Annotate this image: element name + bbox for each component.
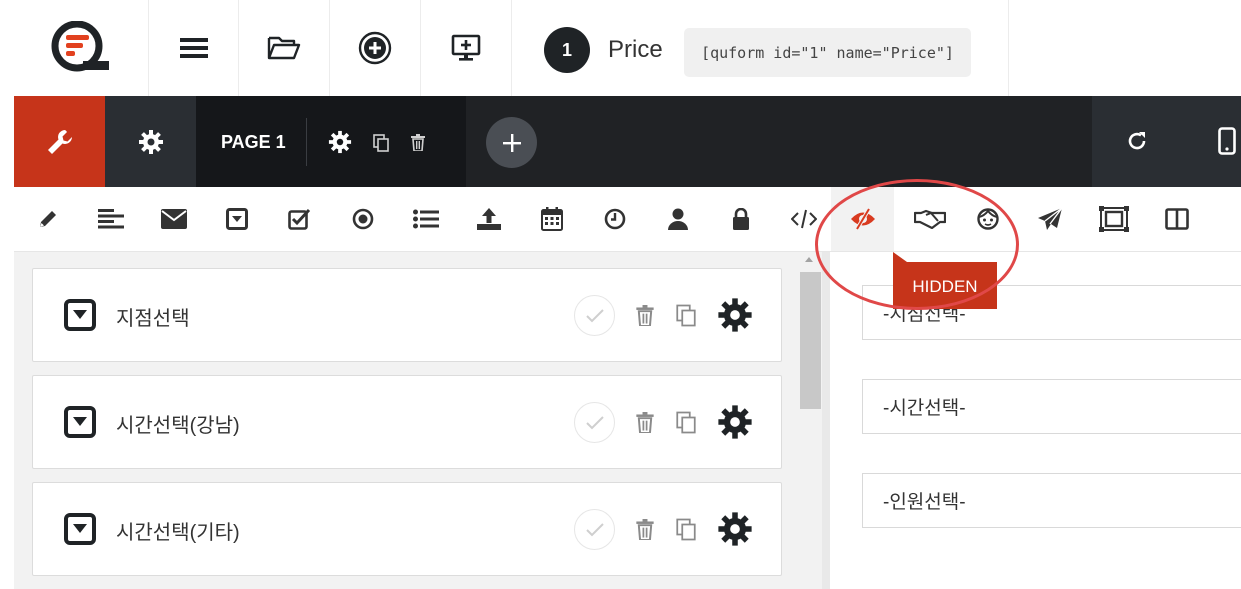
preview-select[interactable]: -인원선택-	[862, 473, 1241, 528]
quform-logo	[50, 21, 112, 75]
form-shortcode[interactable]: [quform id="1" name="Price"]	[684, 28, 971, 77]
divider	[306, 118, 307, 166]
panel-resize-divider[interactable]	[822, 252, 830, 589]
text-element-button[interactable]	[16, 187, 79, 251]
radio-icon	[352, 208, 374, 230]
upload-icon	[476, 207, 502, 231]
open-form-button[interactable]	[239, 0, 330, 96]
required-toggle[interactable]	[574, 402, 615, 443]
form-info: 1 Price [quform id="1" name="Price"]	[512, 0, 1009, 96]
page-bar: PAGE 1	[14, 96, 1241, 187]
lock-icon	[732, 208, 750, 230]
select-dropdown-icon	[64, 513, 96, 545]
field-label: 시간선택(기타)	[116, 522, 240, 544]
page-settings-icon[interactable]	[328, 130, 352, 154]
select-dropdown-icon	[64, 406, 96, 438]
refresh-icon[interactable]	[1127, 131, 1147, 151]
textarea-element-button[interactable]	[79, 187, 142, 251]
paper-plane-icon	[1037, 207, 1063, 231]
preview-select[interactable]: -시간선택-	[862, 379, 1241, 434]
form-id-badge: 1	[544, 27, 590, 73]
add-page-button[interactable]	[486, 117, 537, 168]
name-element-button[interactable]	[646, 187, 709, 251]
columns-icon	[1164, 208, 1189, 230]
copy-icon[interactable]	[373, 134, 389, 152]
plus-icon	[502, 133, 521, 152]
copy-icon[interactable]	[676, 411, 696, 434]
radio-element-button[interactable]	[331, 187, 394, 251]
view-controls	[1092, 96, 1241, 187]
page-label: PAGE 1	[221, 132, 286, 152]
select-dropdown-icon	[64, 299, 96, 331]
menu-button[interactable]	[149, 0, 239, 96]
trash-icon[interactable]	[411, 134, 425, 151]
form-builder-tab[interactable]	[14, 96, 105, 187]
checkbox-element-button[interactable]	[268, 187, 331, 251]
select-dropdown-icon	[225, 208, 248, 230]
field-card[interactable]: 시간선택(강남)	[32, 375, 782, 469]
required-toggle[interactable]	[574, 509, 615, 550]
element-toolbar	[14, 187, 1241, 252]
time-element-button[interactable]	[583, 187, 646, 251]
group-icon	[1098, 206, 1129, 232]
elements-panel: 지점선택 시간선택(강남) 시간선택(기타)	[14, 252, 829, 589]
password-element-button[interactable]	[709, 187, 772, 251]
wrench-icon	[45, 127, 75, 157]
page-tab[interactable]: PAGE 1	[196, 96, 466, 187]
trash-icon[interactable]	[636, 519, 654, 540]
top-bar: 1 Price [quform id="1" name="Price"]	[14, 0, 1241, 96]
pencil-icon	[37, 208, 59, 230]
required-toggle[interactable]	[574, 295, 615, 336]
clock-icon	[604, 208, 626, 230]
trash-icon[interactable]	[636, 305, 654, 326]
highlight-annotation	[815, 179, 1019, 310]
gear-icon[interactable]	[717, 404, 753, 440]
copy-icon[interactable]	[676, 518, 696, 541]
trash-icon[interactable]	[636, 412, 654, 433]
field-label: 지점선택	[116, 308, 190, 330]
form-settings-tab[interactable]	[105, 96, 196, 187]
field-label: 시간선택(강남)	[116, 415, 240, 437]
envelope-icon	[160, 209, 187, 229]
column-element-button[interactable]	[1145, 187, 1208, 251]
gear-icon[interactable]	[717, 297, 753, 333]
hamburger-menu-icon	[179, 37, 208, 59]
gear-icon	[138, 129, 164, 155]
code-icon	[790, 209, 817, 229]
list-icon	[412, 209, 439, 229]
plus-circle-icon	[358, 31, 392, 65]
calendar-icon	[540, 207, 563, 231]
field-card[interactable]: 지점선택	[32, 268, 782, 362]
date-element-button[interactable]	[520, 187, 583, 251]
field-card[interactable]: 시간선택(기타)	[32, 482, 782, 576]
form-name[interactable]: Price	[608, 36, 663, 64]
submit-element-button[interactable]	[1018, 187, 1081, 251]
select-element-button[interactable]	[205, 187, 268, 251]
upload-element-button[interactable]	[457, 187, 520, 251]
copy-icon[interactable]	[676, 304, 696, 327]
preview-button[interactable]	[421, 0, 512, 96]
gear-icon[interactable]	[717, 511, 753, 547]
email-element-button[interactable]	[142, 187, 205, 251]
multiselect-element-button[interactable]	[394, 187, 457, 251]
scroll-up-arrow[interactable]	[805, 257, 813, 262]
group-element-button[interactable]	[1082, 187, 1145, 251]
logo-cell	[14, 0, 149, 96]
checkbox-icon	[287, 208, 312, 230]
add-form-button[interactable]	[330, 0, 421, 96]
folder-open-icon	[267, 35, 301, 61]
monitor-plus-icon	[451, 34, 481, 62]
mobile-icon[interactable]	[1218, 127, 1236, 155]
align-left-icon	[97, 209, 124, 229]
user-icon	[667, 208, 688, 230]
scrollbar-thumb[interactable]	[800, 272, 821, 409]
